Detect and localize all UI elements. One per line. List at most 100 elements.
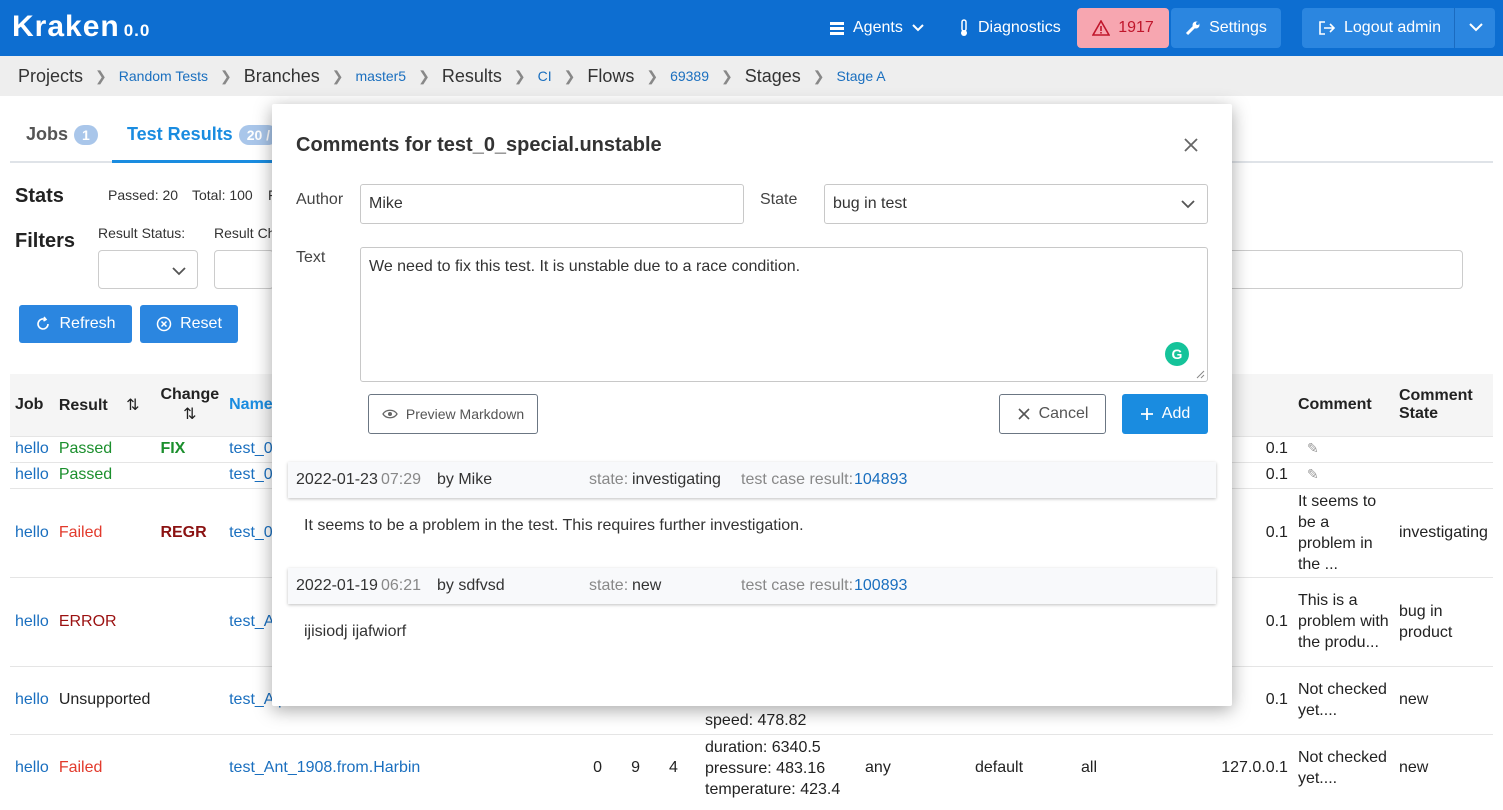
tab-test-results[interactable]: Test Results 20 /	[127, 124, 279, 145]
value-line: temperature: 423.4	[705, 780, 841, 798]
crumb-master5[interactable]: master5	[356, 68, 407, 84]
alert-count: 1917	[1118, 19, 1154, 36]
eye-icon	[382, 409, 398, 419]
col-change[interactable]: Change ⇅	[155, 374, 225, 436]
alerts-button[interactable]: 1917	[1077, 8, 1169, 48]
logout-label: Logout admin	[1344, 19, 1441, 36]
values-cell: duration: 6340.5 pressure: 483.16 temper…	[700, 733, 861, 802]
thermometer-icon	[961, 19, 967, 36]
tab-jobs[interactable]: Jobs 1	[26, 124, 98, 145]
test-case-result-link[interactable]: 100893	[854, 577, 907, 595]
agents-label: Agents	[853, 19, 903, 36]
resize-handle-icon[interactable]	[1195, 369, 1205, 379]
chevron-down-icon	[912, 24, 924, 32]
state-select[interactable]: bug in test	[824, 184, 1208, 224]
state-label: State	[760, 191, 798, 208]
settings-label: Settings	[1209, 19, 1267, 36]
crumb-stages[interactable]: Stages	[745, 66, 801, 87]
close-icon[interactable]	[1180, 134, 1202, 156]
preview-markdown-button[interactable]: Preview Markdown	[368, 394, 538, 434]
job-link[interactable]: hello	[15, 440, 49, 457]
logout-button[interactable]: Logout admin	[1302, 8, 1495, 48]
chevron-right-icon: ❯	[220, 67, 232, 84]
crumb-branches[interactable]: Branches	[244, 66, 320, 87]
job-link[interactable]: hello	[15, 613, 49, 630]
top-navbar: Kraken 0.0 Agents Diagnostics 1917 Settin…	[0, 0, 1503, 56]
crumb-results[interactable]: Results	[442, 66, 502, 87]
reset-button[interactable]: Reset	[140, 305, 238, 343]
filter-input[interactable]	[1226, 250, 1463, 289]
chevron-right-icon: ❯	[646, 67, 659, 84]
text-label: Text	[296, 249, 326, 266]
edit-comment-icon[interactable]: ✎	[1307, 440, 1319, 456]
comment-header: 2022-01-23 07:29 by Mike state: investig…	[288, 462, 1216, 498]
change-cell: REGR	[155, 487, 225, 577]
result-change-label: Result Ch	[214, 225, 276, 241]
agents-menu[interactable]: Agents	[829, 0, 925, 56]
sort-icon[interactable]: ⇅	[183, 406, 196, 423]
server-icon	[830, 22, 844, 35]
env-cell: all	[1075, 733, 1179, 802]
state-cell: new	[1393, 733, 1493, 802]
filters-heading: Filters	[15, 230, 76, 252]
crumb-random-tests[interactable]: Random Tests	[119, 68, 208, 84]
job-link[interactable]: hello	[15, 524, 49, 541]
test-case-result-label: test case result:	[741, 577, 854, 594]
chevron-right-icon: ❯	[418, 67, 430, 84]
os-cell: any	[860, 733, 970, 802]
result-cell: Passed	[53, 435, 156, 462]
chevron-right-icon: ❯	[563, 67, 576, 84]
sort-icon[interactable]: ⇅	[126, 397, 139, 414]
chevron-right-icon: ❯	[513, 67, 526, 84]
job-link[interactable]: hello	[15, 759, 49, 776]
result-cell: ERROR	[53, 576, 156, 666]
crumb-flow-id[interactable]: 69389	[670, 68, 709, 84]
result-status-label: Result Status:	[98, 225, 186, 241]
comment-textarea[interactable]: We need to fix this test. It is unstable…	[360, 247, 1208, 382]
add-button[interactable]: Add	[1122, 394, 1208, 434]
test-case-result-link[interactable]: 104893	[854, 471, 907, 489]
plus-icon	[1140, 408, 1153, 420]
refresh-button[interactable]: Refresh	[19, 305, 132, 343]
comment-cell: Not checked yet....	[1292, 665, 1394, 734]
change-cell	[155, 576, 225, 666]
settings-button[interactable]: Settings	[1171, 8, 1281, 48]
comment-state-label: state:	[589, 471, 629, 488]
result-status-select[interactable]	[98, 250, 198, 289]
refresh-label: Refresh	[59, 315, 116, 332]
cancel-label: Cancel	[1038, 405, 1089, 422]
cancel-button[interactable]: Cancel	[999, 394, 1106, 434]
button-divider	[1454, 8, 1455, 48]
chevron-down-icon[interactable]	[1467, 18, 1485, 36]
crumb-flows[interactable]: Flows	[587, 66, 634, 87]
edit-comment-icon[interactable]: ✎	[1307, 466, 1319, 482]
comment-cell: Not checked yet....	[1292, 733, 1394, 802]
comment-header: 2022-01-19 06:21 by sdfvsd state: new te…	[288, 568, 1216, 604]
change-cell: FIX	[155, 435, 225, 462]
config-cell: default	[970, 733, 1076, 802]
crumb-ci[interactable]: CI	[538, 68, 552, 84]
comment-date: 2022-01-23	[296, 471, 378, 488]
comment-body: It seems to be a problem in the test. Th…	[304, 517, 804, 534]
diagnostics-link[interactable]: Diagnostics	[958, 0, 1061, 56]
job-link[interactable]: hello	[15, 691, 49, 708]
state-cell: investigating	[1393, 487, 1493, 577]
count-badge: 1	[74, 124, 98, 145]
passed-stat: Passed: 20	[108, 187, 179, 203]
grammarly-icon[interactable]: G	[1165, 342, 1189, 366]
result-change-select[interactable]	[214, 250, 274, 289]
breadcrumb: Projects ❯ Random Tests ❯ Branches ❯ mas…	[0, 56, 1503, 96]
logo-text: Kraken	[12, 10, 120, 43]
test-name-link[interactable]: test_Ant_1908.from.Harbin	[229, 759, 420, 776]
kraken-logo[interactable]: Kraken 0.0	[12, 10, 150, 44]
crumb-stage-a[interactable]: Stage A	[837, 68, 886, 84]
job-link[interactable]: hello	[15, 466, 49, 483]
change-cell	[155, 461, 225, 488]
col-result[interactable]: Result ⇅	[53, 374, 156, 436]
author-input[interactable]	[360, 184, 744, 224]
active-tab-indicator	[112, 160, 282, 163]
crumb-projects[interactable]: Projects	[18, 66, 83, 87]
col-change-label: Change	[160, 385, 220, 403]
result-cell: Unsupported	[53, 665, 156, 734]
state-cell: bug in product	[1393, 576, 1493, 666]
